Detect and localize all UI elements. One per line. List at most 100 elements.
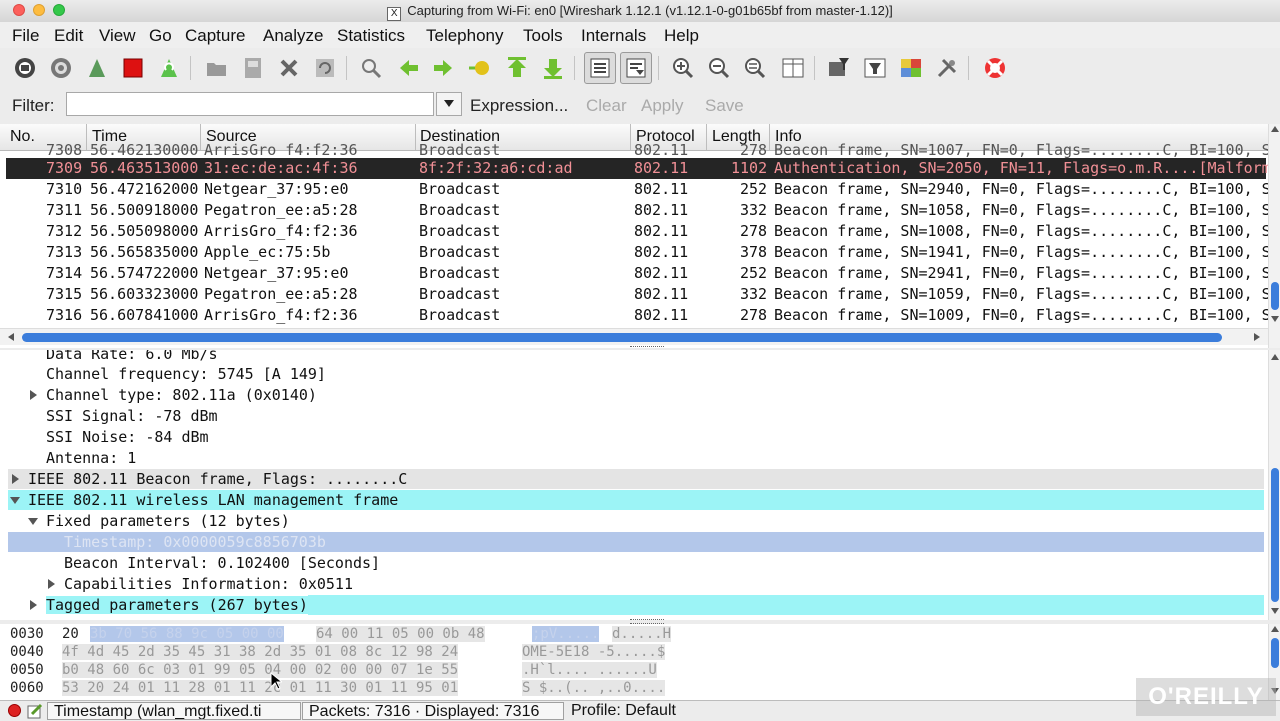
clear-button[interactable]: Clear	[586, 96, 627, 116]
bytes-hex-selected: 3b 70 56 88 9c 05 00 00	[90, 626, 284, 642]
stop-capture-icon[interactable]	[118, 54, 148, 82]
normal-size-icon[interactable]	[740, 54, 770, 82]
go-forward-icon[interactable]	[428, 54, 458, 82]
mouse-cursor-icon	[270, 672, 282, 690]
details-vertical-scroll-thumb[interactable]	[1271, 468, 1279, 602]
preferences-icon[interactable]	[932, 54, 962, 82]
bytes-vertical-scroll-thumb[interactable]	[1271, 638, 1279, 668]
packet-source: Netgear_37:95:e0	[204, 264, 349, 282]
scroll-down-icon[interactable]	[1271, 608, 1279, 614]
status-profile[interactable]: Profile: Default	[565, 702, 925, 720]
open-file-icon[interactable]	[202, 54, 232, 82]
packet-row[interactable]: 7312 56.505098000 ArrisGro_f4:f2:36 Broa…	[6, 221, 1271, 242]
menu-edit[interactable]: Edit	[54, 26, 83, 46]
menu-go[interactable]: Go	[149, 26, 172, 46]
menu-statistics[interactable]: Statistics	[337, 26, 405, 46]
x11-icon: X	[387, 7, 402, 21]
packet-row[interactable]: 7315 56.603323000 Pegatron_ee:a5:28 Broa…	[6, 284, 1271, 305]
detail-row[interactable]: Tagged parameters (267 bytes)	[8, 595, 1264, 615]
collapse-arrow-icon[interactable]	[28, 518, 38, 525]
zoom-in-icon[interactable]	[668, 54, 698, 82]
scroll-up-icon[interactable]	[1271, 126, 1279, 132]
apply-button[interactable]: Apply	[641, 96, 684, 116]
colorize-icon[interactable]	[584, 52, 616, 84]
packet-row[interactable]: 7310 56.472162000 Netgear_37:95:e0 Broad…	[6, 179, 1271, 200]
expand-arrow-icon[interactable]	[30, 600, 37, 610]
expand-arrow-icon[interactable]	[30, 390, 37, 400]
display-filters-icon[interactable]	[860, 54, 890, 82]
first-packet-icon[interactable]	[502, 54, 532, 82]
expert-info-icon[interactable]	[8, 704, 21, 717]
scroll-right-icon[interactable]	[1254, 333, 1260, 341]
detail-text: SSI Signal: -78 dBm	[46, 407, 218, 425]
menu-help[interactable]: Help	[664, 26, 699, 46]
menu-capture[interactable]: Capture	[185, 26, 245, 46]
detail-row-selected[interactable]: Timestamp: 0x0000059c8856703b	[8, 532, 1264, 552]
menu-tools[interactable]: Tools	[523, 26, 563, 46]
packet-row[interactable]: 7314 56.574722000 Netgear_37:95:e0 Broad…	[6, 263, 1271, 284]
restart-capture-icon[interactable]	[154, 54, 184, 82]
scroll-up-icon[interactable]	[1271, 354, 1279, 360]
bytes-offset: 0040	[10, 644, 44, 660]
packet-row[interactable]: 7311 56.500918000 Pegatron_ee:a5:28 Broa…	[6, 200, 1271, 221]
start-capture-icon[interactable]	[82, 54, 112, 82]
detail-row[interactable]: Capabilities Information: 0x0511	[8, 574, 1264, 594]
go-to-packet-icon[interactable]	[464, 54, 494, 82]
detail-row[interactable]: Channel type: 802.11a (0x0140)	[8, 385, 1264, 405]
packet-length: 278	[740, 306, 768, 324]
resize-columns-icon[interactable]	[778, 54, 808, 82]
packet-list-vertical-scroll-thumb[interactable]	[1271, 282, 1279, 310]
detail-row[interactable]: Beacon Interval: 0.102400 [Seconds]	[8, 553, 1264, 573]
auto-scroll-icon[interactable]	[620, 52, 652, 84]
packet-list-horizontal-scroll-thumb[interactable]	[22, 333, 1222, 342]
last-packet-icon[interactable]	[538, 54, 568, 82]
collapse-arrow-icon[interactable]	[10, 497, 20, 504]
save-file-icon[interactable]	[238, 54, 268, 82]
packet-protocol: 802.11	[634, 159, 689, 177]
find-packet-icon[interactable]	[356, 54, 386, 82]
bytes-offset: 0050	[10, 662, 44, 678]
filter-input[interactable]	[66, 92, 434, 116]
menu-internals[interactable]: Internals	[581, 26, 646, 46]
menu-telephony[interactable]: Telephony	[426, 26, 504, 46]
detail-row[interactable]: IEEE 802.11 Beacon frame, Flags: .......…	[8, 469, 1264, 489]
detail-row[interactable]: Channel frequency: 5745 [A 149]	[8, 364, 1264, 384]
detail-row[interactable]: SSI Signal: -78 dBm	[8, 406, 1264, 426]
expand-arrow-icon[interactable]	[12, 474, 19, 484]
chevron-down-icon	[444, 100, 454, 107]
save-filter-button[interactable]: Save	[705, 96, 744, 116]
coloring-rules-icon[interactable]	[896, 54, 926, 82]
expression-button[interactable]: Expression...	[470, 96, 568, 116]
go-back-icon[interactable]	[394, 54, 424, 82]
detail-row[interactable]: Data Rate: 6.0 Mb/s	[8, 350, 1264, 364]
packet-row-selected[interactable]: 7309 56.463513000 31:ec:de:ac:4f:36 8f:2…	[6, 158, 1271, 179]
interfaces-icon[interactable]	[10, 54, 40, 82]
packet-list-horizontal-scrollbar[interactable]	[0, 328, 1268, 345]
details-vertical-scrollbar[interactable]	[1268, 350, 1280, 620]
menu-file[interactable]: File	[12, 26, 39, 46]
detail-row[interactable]: Antenna: 1	[8, 448, 1264, 468]
filter-history-dropdown[interactable]	[436, 92, 462, 116]
scroll-left-icon[interactable]	[8, 333, 14, 341]
bytes-ascii: OME-5E18 -5.....$	[522, 644, 666, 660]
close-file-icon[interactable]	[274, 54, 304, 82]
menu-analyze[interactable]: Analyze	[263, 26, 323, 46]
options-icon[interactable]	[46, 54, 76, 82]
edit-comment-icon[interactable]	[27, 703, 43, 719]
menu-view[interactable]: View	[99, 26, 136, 46]
help-icon[interactable]	[980, 54, 1010, 82]
detail-row[interactable]: Fixed parameters (12 bytes)	[8, 511, 1264, 531]
detail-row[interactable]: IEEE 802.11 wireless LAN management fram…	[8, 490, 1264, 510]
scroll-up-icon[interactable]	[1271, 626, 1279, 632]
packet-list-vertical-scrollbar[interactable]	[1268, 124, 1280, 348]
packet-row[interactable]: 7316 56.607841000 ArrisGro_f4:f2:36 Broa…	[6, 305, 1271, 326]
scroll-down-icon[interactable]	[1271, 316, 1279, 322]
bytes-offset: 0030	[10, 626, 44, 642]
detail-row[interactable]: SSI Noise: -84 dBm	[8, 427, 1264, 447]
capture-filters-icon[interactable]	[824, 54, 854, 82]
packet-row[interactable]: 7313 56.565835000 Apple_ec:75:5b Broadca…	[6, 242, 1271, 263]
packet-protocol: 802.11	[634, 306, 689, 324]
reload-icon[interactable]	[310, 54, 340, 82]
expand-arrow-icon[interactable]	[48, 579, 55, 589]
zoom-out-icon[interactable]	[704, 54, 734, 82]
